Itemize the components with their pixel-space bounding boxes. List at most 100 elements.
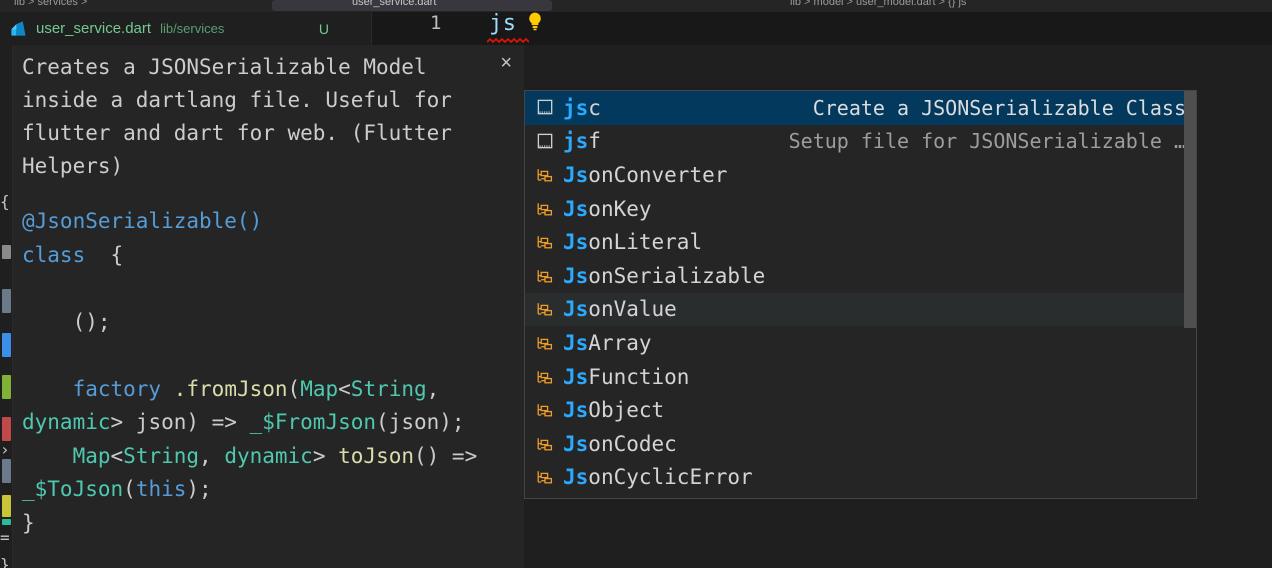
code-line: (); [22,306,522,340]
tab-filename: user_service.dart [36,20,152,37]
code-token: String [123,443,200,468]
class-icon [537,303,553,316]
code-token: < [110,443,124,468]
ruler-marker [2,375,11,399]
suggest-item-label: JsonCyclicError [563,465,753,490]
ruler-glyph-equals: = [0,528,10,547]
suggest-item[interactable]: JsFunction [525,360,1196,394]
suggest-item[interactable]: JsonConverter [525,158,1196,192]
ruler-glyph-closebrace: } [0,555,10,568]
suggest-item-label: JsonCodec [563,431,677,456]
documentation-code-preview: @JsonSerializable() class { (); factory .… [22,205,522,540]
suggest-item-match: Js [563,297,589,322]
suggest-scrollbar-thumb[interactable] [1184,91,1196,328]
code-token: ( [287,376,301,401]
class-icon [533,265,557,287]
breadcrumb-center[interactable]: user_service.dart [352,0,436,8]
suggest-item-label: JsArray [563,330,652,355]
suggest-item-match: Js [563,364,589,389]
suggest-item[interactable]: JsonCyclicError [525,461,1196,495]
suggest-item-match: js [563,95,589,120]
suggest-list[interactable]: jsc Create a JSONSerializable Class jsf Set… [525,91,1196,494]
suggest-item[interactable]: JsonKey [525,192,1196,226]
suggest-item[interactable]: JsArray [525,326,1196,360]
suggest-item[interactable]: JsonSerializable [525,259,1196,293]
suggest-documentation-panel: Creates a JSONSerializable Model inside … [13,45,524,568]
editor-typed-text: js [489,11,517,36]
class-icon [533,332,557,354]
suggest-item-label: JsObject [563,398,665,423]
class-icon [537,370,553,383]
code-token: toJson [338,443,414,468]
ruler-marker [2,289,11,313]
code-token: factory [72,376,162,401]
code-line: Map<String, dynamic> toJson() => _$ToJso… [22,440,522,507]
suggest-item-label: jsf [563,129,601,154]
ruler-marker [2,333,11,357]
suggest-item[interactable]: jsf Setup file for JSONSerializable … [525,125,1196,159]
breadcrumb-left[interactable]: lib > services > [14,0,87,8]
suggest-item[interactable]: jsc Create a JSONSerializable Class [525,91,1196,125]
overview-ruler[interactable]: { › = } [0,45,13,568]
code-token: Map [300,376,339,401]
suggest-item-label: JsonKey [563,196,652,221]
ruler-marker [2,495,11,517]
code-token: > json) => [110,410,250,434]
code-line: } [22,507,522,541]
class-icon [537,404,553,417]
ruler-marker [2,519,11,525]
code-token: _$FromJson [249,410,377,434]
dart-logo-icon [11,21,26,36]
ruler-marker [2,459,11,483]
suggest-item[interactable]: JsonValue [525,292,1196,327]
suggest-item[interactable]: JsonLiteral [525,225,1196,259]
tab-user-service-dart[interactable]: user_service.dart lib/services U [0,12,372,45]
suggest-item-label: JsonSerializable [563,263,766,288]
snippet-icon [537,133,552,149]
suggest-item-label: JsonConverter [563,162,728,187]
line-number-1: 1 [430,12,442,34]
vscode-editor-window: lib > services > user_service.dart lib >… [0,0,1272,568]
suggest-item-match: Js [563,398,589,423]
class-icon [533,466,557,488]
ruler-marker [2,417,11,441]
suggest-item-match: Js [563,465,589,490]
suggest-item-match: Js [563,162,589,187]
class-icon [533,366,557,388]
code-token: dynamic [224,443,313,468]
code-token: .fromJson [173,376,288,401]
class-icon [533,231,557,253]
lightbulb-icon[interactable] [525,10,545,32]
suggest-item-detail: Setup file for JSONSerializable … [788,129,1186,154]
class-icon [537,169,553,182]
code-line: factory .fromJson(Map<String, dynamic> j… [22,373,522,440]
suggest-item-label: JsFunction [563,364,690,389]
tab-git-status-badge: U [318,20,329,37]
suggest-item-detail: Create a JSONSerializable Class [812,95,1186,120]
suggest-item-match: Js [563,263,589,288]
breadcrumb-right[interactable]: lib > model > user_model.dart > {} js [790,0,966,8]
class-icon [533,164,557,186]
code-token: this [135,477,187,501]
class-icon [537,202,553,216]
breadcrumb-bar[interactable]: lib > services > user_service.dart lib >… [0,0,1272,12]
suggest-item-match: js [563,129,589,154]
suggest-item[interactable]: JsObject [525,393,1196,427]
suggest-scrollbar[interactable] [1184,91,1196,498]
editor-area[interactable]: 1 js { › = } Creates a JSONSerializable … [0,11,1272,568]
suggest-item[interactable]: JsonCodec [525,427,1196,461]
suggest-widget[interactable]: jsc Create a JSONSerializable Class jsf Set… [524,90,1197,499]
close-icon[interactable]: × [500,53,512,73]
code-token: , [426,376,452,401]
code-token: (json); [376,410,465,434]
snippet-icon [533,97,557,119]
class-icon [537,471,553,484]
code-token: Map [72,443,111,468]
code-token: @JsonSerializable() [22,209,263,233]
suggest-item-label: jsc [563,95,601,120]
editor-tab-bar: user_service.dart lib/services U [0,12,1272,45]
code-token: class [22,242,86,267]
code-token: < [338,376,351,401]
